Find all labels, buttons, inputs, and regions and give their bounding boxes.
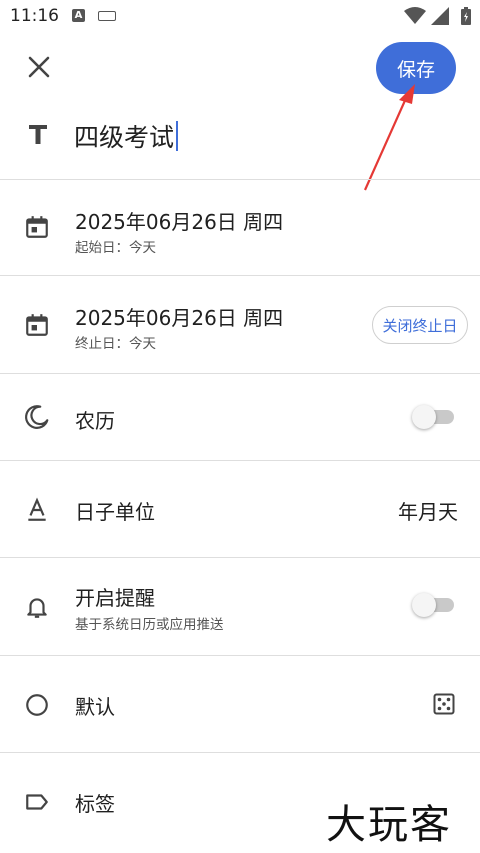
tag-icon: [26, 794, 48, 810]
calendar-icon: [26, 216, 48, 238]
a-notification-icon: A: [72, 9, 85, 22]
text-format-icon: [28, 497, 46, 521]
close-icon: [28, 56, 50, 78]
reminder-sub: 基于系统日历或应用推送: [75, 617, 224, 633]
wifi-icon: [404, 7, 426, 24]
default-label: 默认: [75, 695, 115, 719]
tags-label: 标签: [75, 792, 115, 816]
reminder-row[interactable]: 开启提醒 基于系统日历或应用推送: [0, 558, 480, 656]
start-date-sub: 起始日：今天: [75, 240, 156, 256]
end-date-sub: 终止日：今天: [75, 336, 156, 352]
day-unit-row[interactable]: 日子单位 年月天: [0, 461, 480, 558]
close-end-date-button[interactable]: 关闭终止日: [372, 306, 468, 344]
lunar-label: 农历: [75, 409, 115, 433]
lunar-row[interactable]: 农历: [0, 374, 480, 461]
day-unit-label: 日子单位: [75, 500, 155, 524]
signal-icon: [431, 7, 449, 25]
title-row: 四级考试: [0, 102, 480, 180]
start-date-text: 2025年06月26日 周四: [75, 210, 284, 234]
calendar-icon: [26, 314, 48, 336]
default-row[interactable]: 默认: [0, 656, 480, 753]
text-caret: [176, 121, 179, 151]
bell-icon: [27, 598, 47, 618]
text-type-icon: [29, 125, 47, 144]
dice-icon[interactable]: [432, 692, 456, 716]
keyboard-icon: [98, 11, 116, 21]
end-date-row[interactable]: 2025年06月26日 周四 终止日：今天 关闭终止日: [0, 276, 480, 374]
reminder-toggle[interactable]: [412, 590, 456, 620]
start-date-row[interactable]: 2025年06月26日 周四 起始日：今天: [0, 180, 480, 276]
lunar-toggle[interactable]: [412, 402, 456, 432]
title-text: 四级考试: [74, 123, 175, 152]
circle-icon: [26, 694, 48, 716]
status-bar: 11:16 A: [0, 0, 480, 34]
title-input[interactable]: 四级考试: [74, 118, 179, 154]
moon-icon: [25, 405, 49, 429]
watermark: 大玩客: [326, 802, 452, 848]
day-unit-value: 年月天: [398, 500, 458, 524]
battery-icon: [461, 7, 471, 25]
close-button[interactable]: [22, 50, 56, 84]
reminder-label: 开启提醒: [75, 586, 155, 610]
end-date-text: 2025年06月26日 周四: [75, 306, 284, 330]
status-time: 11:16: [10, 6, 59, 26]
